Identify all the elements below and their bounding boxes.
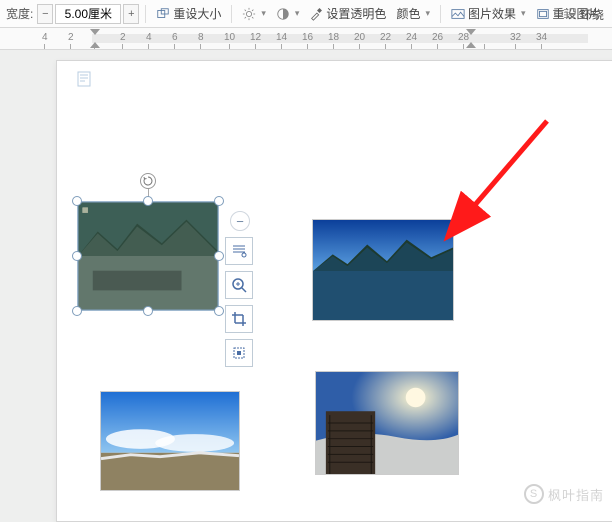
svg-text:▦: ▦ (82, 207, 89, 214)
picture-effects-button[interactable]: 图片效果 ▾ (447, 3, 530, 25)
ruler-tick: 2 (120, 32, 126, 49)
document-page[interactable]: ▦ − (56, 60, 612, 522)
image-4[interactable] (315, 371, 459, 475)
layout-options-icon (231, 243, 247, 259)
ruler-tick: 6 (172, 32, 178, 49)
ruler-tick: 14 (276, 32, 287, 49)
right-indent-marker[interactable] (466, 42, 476, 48)
width-decrease-button[interactable]: − (37, 4, 53, 24)
chevron-down-icon: ▾ (295, 8, 300, 19)
crop-button[interactable] (225, 305, 253, 333)
more-options-button[interactable] (225, 339, 253, 367)
resize-handle-bottom[interactable] (143, 306, 153, 316)
separator (145, 5, 146, 23)
ruler-tick: 20 (354, 32, 365, 49)
width-label: 宽度: (6, 5, 33, 22)
ruler-tick: 34 (536, 32, 547, 49)
ruler-tick: 32 (510, 32, 521, 49)
ruler-tick: 16 (302, 32, 313, 49)
right-indent-marker-top[interactable] (466, 29, 476, 35)
zoom-in-button[interactable] (225, 271, 253, 299)
first-line-indent-marker[interactable] (90, 29, 100, 35)
image-content-1: ▦ (77, 201, 219, 311)
ruler-tick: 2 (68, 32, 74, 49)
chevron-down-icon: ▾ (425, 8, 430, 19)
horizontal-ruler[interactable]: 422468101214161820222426283234 (0, 28, 612, 50)
contrast-icon (276, 7, 290, 21)
left-indent-marker[interactable] (90, 42, 100, 48)
width-input[interactable] (55, 4, 121, 24)
document-workspace: ▦ − (0, 50, 612, 512)
ruler-tick: 10 (224, 32, 235, 49)
ruler-tick: 12 (250, 32, 261, 49)
separator (231, 5, 232, 23)
resize-handle-right[interactable] (214, 251, 224, 261)
ruler-tick (484, 43, 485, 49)
reset-picture-icon (536, 7, 550, 21)
magnifier-plus-icon (231, 277, 247, 293)
rotate-icon (143, 176, 153, 186)
width-increase-button[interactable]: + (123, 4, 139, 24)
set-transparent-color-button[interactable]: 设置透明色 (305, 3, 390, 25)
chevron-down-icon: ▾ (521, 8, 526, 19)
image-format-toolbar: 宽度: − + 重设大小 ▾ ▾ 设置透明色 颜色 ▾ 图片效果 ▾ 重设图片 … (0, 0, 612, 28)
ruler-tick: 4 (146, 32, 152, 49)
contrast-button[interactable]: ▾ (272, 3, 304, 25)
wrap-button[interactable]: 环绕 (563, 0, 604, 28)
image-2[interactable] (312, 219, 454, 321)
picture-icon (451, 7, 465, 21)
layout-options-button[interactable] (225, 237, 253, 265)
ruler-tick: 26 (432, 32, 443, 49)
resize-handle-top-right[interactable] (214, 196, 224, 206)
eyedropper-icon (309, 7, 323, 21)
sun-icon (242, 7, 256, 21)
resize-handle-bottom-right[interactable] (214, 306, 224, 316)
selected-image[interactable]: ▦ (77, 201, 219, 311)
ruler-tick: 8 (198, 32, 204, 49)
wrap-icon (563, 7, 577, 21)
chevron-down-icon: ▾ (261, 8, 266, 19)
ruler-tick: 18 (328, 32, 339, 49)
brightness-button[interactable]: ▾ (238, 3, 270, 25)
image-3[interactable] (100, 391, 240, 491)
resize-handle-top-left[interactable] (72, 196, 82, 206)
image-floating-toolbar: − (225, 211, 255, 367)
reset-size-button[interactable]: 重设大小 (152, 3, 225, 25)
resize-handle-left[interactable] (72, 251, 82, 261)
document-icon (77, 71, 91, 87)
rotate-handle[interactable] (140, 173, 156, 189)
resize-handle-bottom-left[interactable] (72, 306, 82, 316)
reset-size-icon (156, 7, 170, 21)
separator (440, 5, 441, 23)
crop-icon (231, 311, 247, 327)
ruler-tick: 4 (42, 32, 48, 49)
select-icon (231, 345, 247, 361)
ruler-tick: 22 (380, 32, 391, 49)
ruler-tick: 24 (406, 32, 417, 49)
resize-handle-top[interactable] (143, 196, 153, 206)
color-button[interactable]: 颜色 ▾ (392, 3, 434, 25)
zoom-out-button[interactable]: − (230, 211, 250, 231)
